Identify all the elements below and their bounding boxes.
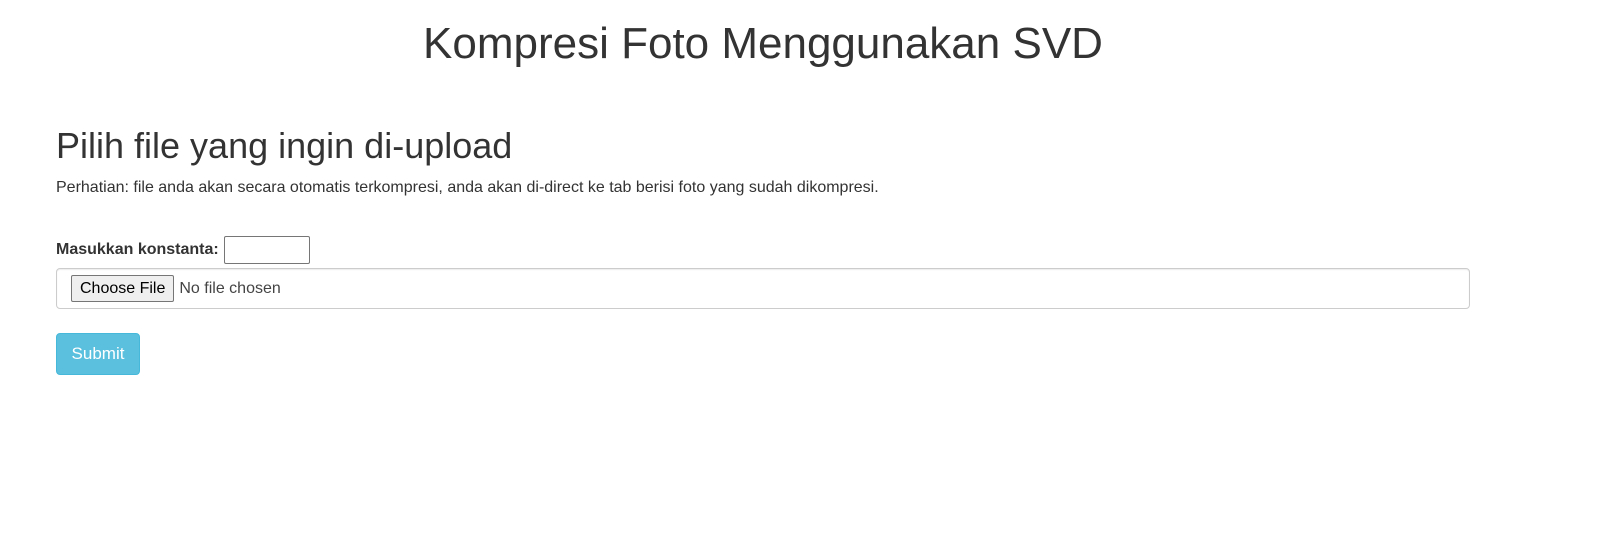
konstanta-input[interactable] [223,236,310,264]
page-title: Kompresi Foto Menggunakan SVD [423,19,1103,68]
upload-notice-text: Perhatian: file anda akan secara otomati… [56,179,879,196]
konstanta-label: Masukkan konstanta: [56,241,219,258]
submit-button[interactable]: Submit [56,333,140,375]
file-upload-control[interactable]: Choose File No file chosen [56,268,1470,309]
choose-file-button[interactable]: Choose File [71,275,175,302]
upload-section-heading: Pilih file yang ingin di-upload [56,125,513,166]
konstanta-row: Masukkan konstanta: [56,234,310,266]
file-status-text: No file chosen [179,279,281,297]
